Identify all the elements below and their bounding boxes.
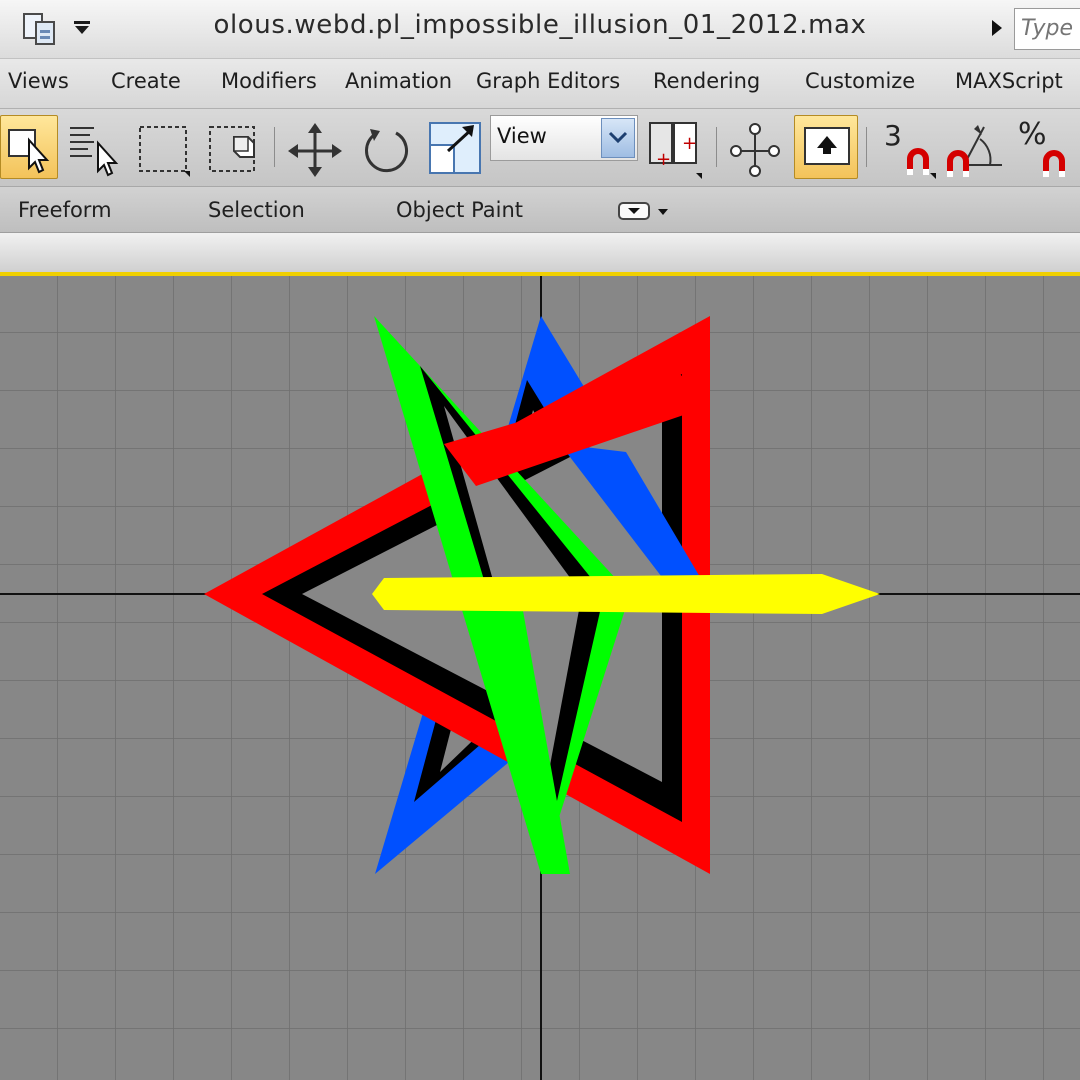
menu-rendering[interactable]: Rendering	[653, 69, 760, 93]
menu-animation[interactable]: Animation	[345, 69, 452, 93]
rotate-icon	[365, 129, 409, 173]
ribbon-toggle-icon	[804, 127, 850, 165]
ribbon-minimize-icon[interactable]	[618, 201, 670, 225]
tab-selection[interactable]: Selection	[208, 198, 305, 222]
search-input[interactable]	[1015, 9, 1080, 47]
title-bar: olous.webd.pl_impossible_illusion_01_201…	[0, 0, 1080, 58]
menu-maxscript[interactable]: MAXScript	[955, 69, 1063, 93]
tab-object-paint[interactable]: Object Paint	[396, 198, 523, 222]
select-by-name-icon	[70, 127, 119, 177]
percent-label: %	[1018, 117, 1047, 152]
pivot-center-button[interactable]: + +	[644, 115, 702, 179]
menu-modifiers[interactable]: Modifiers	[221, 69, 317, 93]
scale-icon	[429, 122, 481, 174]
toggle-ribbon-button[interactable]	[794, 115, 858, 179]
select-and-move-button[interactable]	[286, 115, 344, 179]
rectangle-selection-icon	[139, 126, 190, 177]
svg-text:+: +	[682, 133, 697, 154]
svg-text:+: +	[656, 149, 671, 170]
select-and-scale-button[interactable]	[426, 115, 484, 179]
menu-bar: Views Create Modifiers Animation Graph E…	[0, 58, 1080, 109]
reference-coordinate-select[interactable]: View	[490, 115, 638, 161]
window-crossing-icon	[209, 126, 255, 172]
toolbar-separator	[716, 127, 717, 167]
select-by-name-button[interactable]	[64, 115, 122, 179]
chevron-down-icon[interactable]	[601, 118, 635, 158]
pivot-center-icon: + +	[649, 122, 702, 179]
angle-snap-button[interactable]	[944, 115, 1002, 179]
select-object-button[interactable]	[0, 115, 58, 179]
select-object-icon	[8, 129, 50, 174]
toolbar-separator	[866, 127, 867, 167]
info-center-arrow-icon[interactable]	[990, 18, 1004, 42]
schematic-link-icon	[730, 123, 780, 177]
ribbon-panel	[0, 232, 1080, 273]
window-title: olous.webd.pl_impossible_illusion_01_201…	[213, 10, 867, 40]
menu-customize[interactable]: Customize	[805, 69, 915, 93]
move-icon	[288, 123, 342, 177]
viewport-front[interactable]	[0, 272, 1080, 1080]
snaps-label: 3	[884, 119, 902, 152]
search-box[interactable]	[1014, 8, 1080, 50]
menu-create[interactable]: Create	[111, 69, 181, 93]
angle-snap-icon	[947, 125, 1002, 177]
yellow-arrow[interactable]	[372, 574, 880, 614]
select-and-rotate-button[interactable]	[356, 115, 414, 179]
toolbar-separator	[274, 127, 275, 167]
snaps-toggle-button[interactable]: 3	[878, 115, 936, 179]
window-crossing-button[interactable]	[204, 115, 262, 179]
tab-freeform[interactable]: Freeform	[18, 198, 112, 222]
rectangular-selection-button[interactable]	[134, 115, 192, 179]
main-toolbar: View + + 3 %	[0, 108, 1080, 187]
viewport-canvas[interactable]	[0, 276, 1080, 1080]
select-and-link-button[interactable]	[726, 115, 784, 179]
reference-coordinate-value: View	[497, 124, 547, 148]
ribbon-tabs: Freeform Selection Object Paint	[0, 186, 1080, 233]
menu-graph-editors[interactable]: Graph Editors	[476, 69, 620, 93]
percent-snap-button[interactable]: %	[1014, 115, 1072, 179]
menu-views[interactable]: Views	[8, 69, 69, 93]
